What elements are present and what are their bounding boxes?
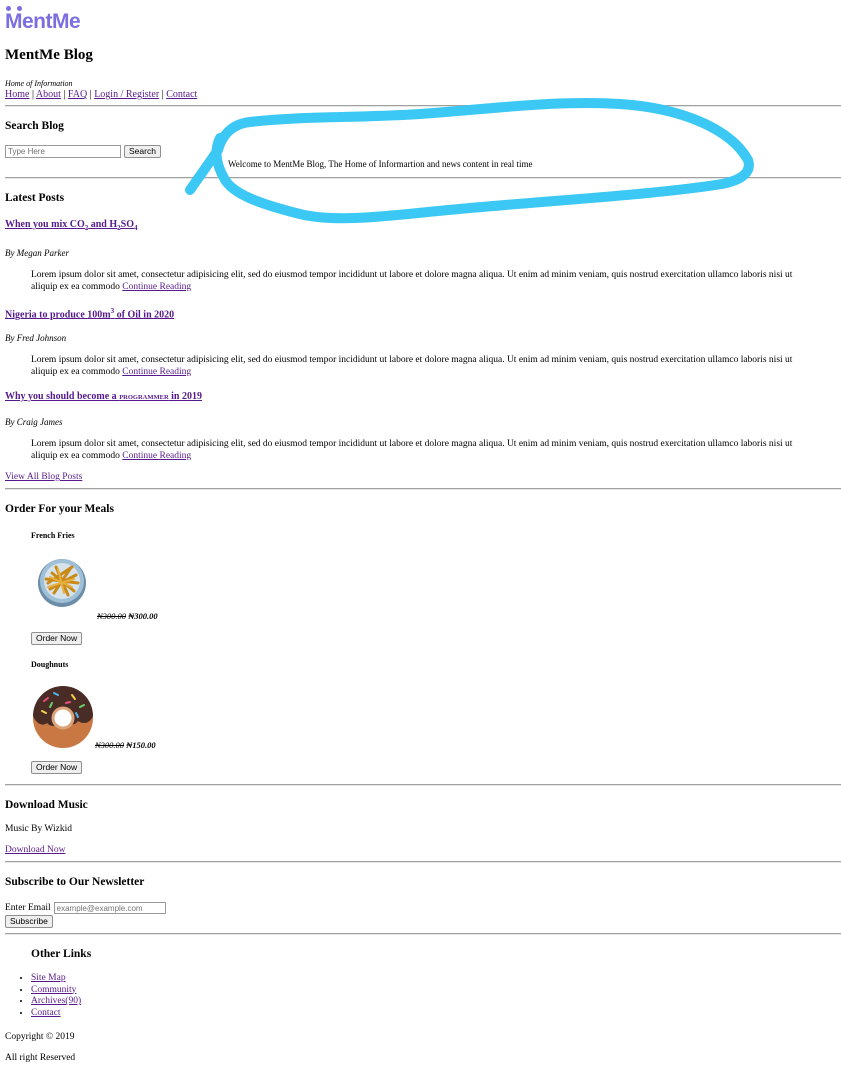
meal-name: French Fries xyxy=(31,531,75,540)
continue-reading-link[interactable]: Continue Reading xyxy=(122,451,191,461)
post-author: By Fred Johnson xyxy=(5,333,67,343)
doughnut-image xyxy=(33,686,96,748)
search-button[interactable]: Search xyxy=(124,145,161,158)
post-excerpt: Lorem ipsum dolor sit amet, consectetur … xyxy=(31,439,793,461)
list-item: Archives(90) xyxy=(31,996,81,1008)
music-artist: Music By Wizkid xyxy=(5,824,72,834)
divider xyxy=(5,105,841,107)
subscribe-button[interactable]: Subscribe xyxy=(5,915,53,928)
divider xyxy=(5,861,841,863)
meals-heading: Order For your Meals xyxy=(5,503,114,515)
site-title: MentMe Blog xyxy=(5,47,93,63)
welcome-message: Welcome to MentMe Blog, The Home of Info… xyxy=(228,159,533,169)
contact-link[interactable]: Contact xyxy=(31,1008,61,1018)
post-author: By Craig James xyxy=(5,417,63,427)
post-title-link[interactable]: Nigeria to produce 100m3 of Oil in 2020 xyxy=(5,307,174,320)
newsletter-form: Enter Email xyxy=(5,902,166,914)
search-form: Search xyxy=(5,145,161,158)
post-excerpt: Lorem ipsum dolor sit amet, consectetur … xyxy=(31,270,793,292)
rights-text: All right Reserved xyxy=(5,1053,76,1063)
other-links-heading: Other Links xyxy=(31,948,92,960)
search-input[interactable] xyxy=(5,145,121,158)
list-item: Community xyxy=(31,985,81,997)
nav-link-contact[interactable]: Contact xyxy=(166,89,197,100)
newsletter-heading: Subscribe to Our Newsletter xyxy=(5,876,145,888)
copyright-text: Copyright © 2019 xyxy=(5,1032,75,1042)
post-excerpt: Lorem ipsum dolor sit amet, consectetur … xyxy=(31,355,793,377)
new-price: ₦150.00 xyxy=(126,740,156,750)
logo-people-icon: M xyxy=(5,6,23,34)
french-fries-image xyxy=(38,559,86,607)
meal-price: ₦300.00 ₦300.00 xyxy=(97,611,158,621)
search-heading: Search Blog xyxy=(5,120,64,132)
meal-price: ₦300.00 ₦150.00 xyxy=(95,740,156,750)
list-item: Site Map xyxy=(31,973,81,985)
meal-name: Doughnuts xyxy=(31,660,69,669)
old-price: ₦300.00 xyxy=(97,611,127,621)
divider xyxy=(5,177,841,179)
music-heading: Download Music xyxy=(5,799,88,811)
logo-text: entMe xyxy=(22,10,81,33)
email-label: Enter Email xyxy=(5,903,51,913)
post-title-link[interactable]: When you mix CO2 and H2SO4 xyxy=(5,219,137,232)
order-now-button[interactable]: Order Now xyxy=(31,761,83,774)
divider xyxy=(5,784,841,786)
site-logo: MentMe xyxy=(5,6,81,34)
archives-link[interactable]: Archives(90) xyxy=(31,996,81,1006)
post-title-link[interactable]: Why you should become a PROGRAMMER in 20… xyxy=(5,391,202,402)
nav-link-faq[interactable]: FAQ xyxy=(68,89,87,100)
community-link[interactable]: Community xyxy=(31,985,76,995)
nav-link-about[interactable]: About xyxy=(36,89,61,100)
post-author: By Megan Parker xyxy=(5,248,69,258)
nav-link-home[interactable]: Home xyxy=(5,89,29,100)
continue-reading-link[interactable]: Continue Reading xyxy=(122,282,191,292)
old-price: ₦300.00 xyxy=(95,740,125,750)
other-links-list: Site Map Community Archives(90) Contact xyxy=(17,973,81,1019)
site-tagline: Home of Information xyxy=(5,79,73,88)
order-now-button[interactable]: Order Now xyxy=(31,632,83,645)
new-price: ₦300.00 xyxy=(128,611,158,621)
continue-reading-link[interactable]: Continue Reading xyxy=(122,367,191,377)
list-item: Contact xyxy=(31,1008,81,1020)
latest-posts-heading: Latest Posts xyxy=(5,192,65,204)
nav-link-login-register[interactable]: Login / Register xyxy=(94,89,159,100)
site-map-link[interactable]: Site Map xyxy=(31,973,66,983)
download-now-link[interactable]: Download Now xyxy=(5,845,65,855)
divider xyxy=(5,933,841,935)
divider xyxy=(5,488,841,490)
email-field[interactable] xyxy=(53,902,166,914)
view-all-posts-link[interactable]: View All Blog Posts xyxy=(5,472,82,482)
main-nav: Home | About | FAQ | Login / Register | … xyxy=(5,89,198,100)
